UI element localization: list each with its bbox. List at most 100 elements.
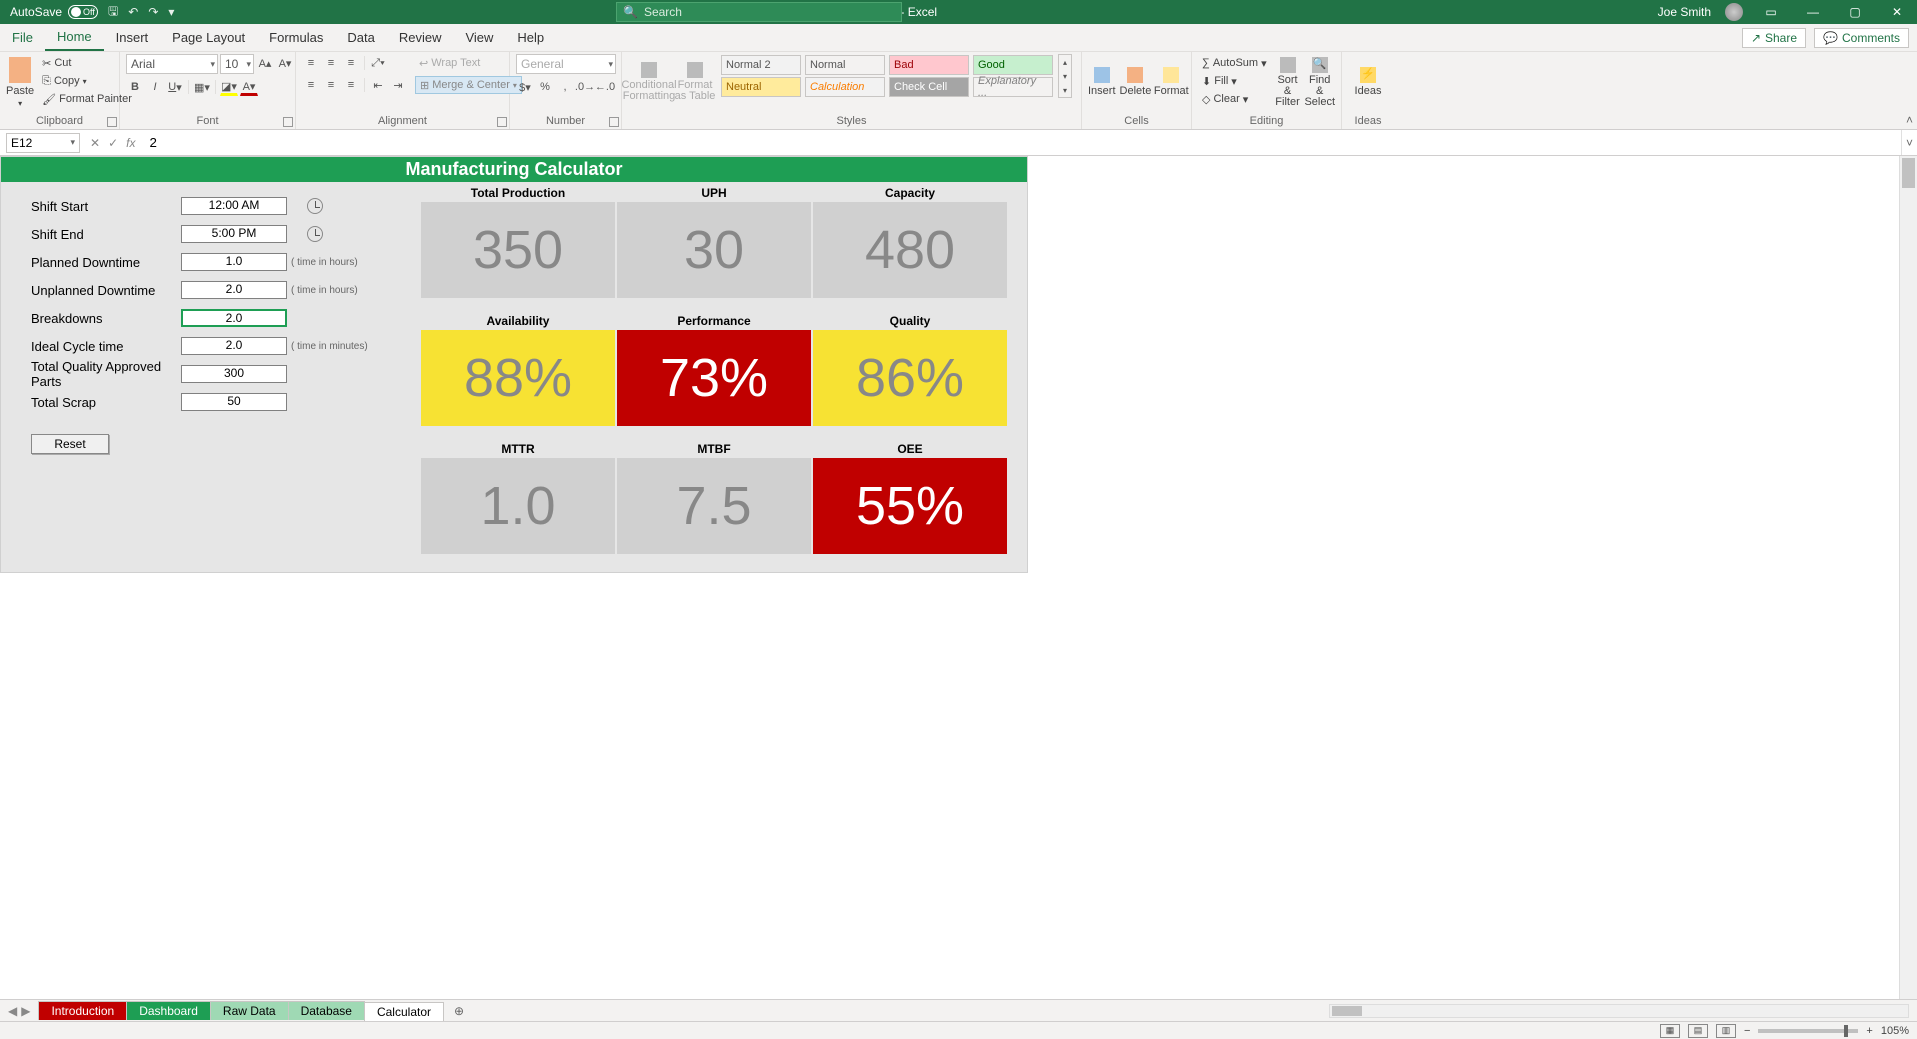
reset-button[interactable]: Reset bbox=[31, 434, 109, 454]
style-normal2[interactable]: Normal 2 bbox=[721, 55, 801, 75]
page-layout-view-icon[interactable]: ▤ bbox=[1688, 1024, 1708, 1038]
tab-file[interactable]: File bbox=[0, 24, 45, 51]
collapse-ribbon-icon[interactable]: ˄ bbox=[1906, 113, 1913, 127]
decrease-decimal-icon[interactable]: ←.0 bbox=[596, 78, 614, 96]
align-top-icon[interactable]: ≡ bbox=[302, 54, 320, 72]
scroll-thumb[interactable] bbox=[1902, 158, 1915, 188]
style-normal[interactable]: Normal bbox=[805, 55, 885, 75]
input-total-scrap[interactable]: 50 bbox=[181, 393, 287, 411]
underline-button[interactable]: U▾ bbox=[166, 78, 184, 96]
clear-button[interactable]: ◇Clear▾ bbox=[1198, 90, 1271, 108]
fill-color-button[interactable]: ◪▾ bbox=[220, 78, 238, 96]
orientation-icon[interactable]: ⤢▾ bbox=[369, 54, 387, 72]
style-neutral[interactable]: Neutral bbox=[721, 77, 801, 97]
minimize-icon[interactable]: — bbox=[1799, 5, 1827, 19]
input-shift-start[interactable]: 12:00 AM bbox=[181, 197, 287, 215]
qat-customize-icon[interactable]: ▾ bbox=[168, 5, 174, 19]
sheet-tab-database[interactable]: Database bbox=[288, 1001, 365, 1020]
tab-scroll-left-icon[interactable]: ◀ bbox=[8, 1004, 17, 1018]
redo-icon[interactable]: ↷ bbox=[148, 5, 158, 19]
page-break-view-icon[interactable]: ▥ bbox=[1716, 1024, 1736, 1038]
autosave-toggle[interactable]: Off bbox=[68, 5, 98, 19]
bold-button[interactable]: B bbox=[126, 78, 144, 96]
tab-page-layout[interactable]: Page Layout bbox=[160, 24, 257, 51]
autosum-button[interactable]: ∑AutoSum▾ bbox=[1198, 54, 1271, 72]
align-center-icon[interactable]: ≡ bbox=[322, 76, 340, 94]
ideas-button[interactable]: ⚡Ideas bbox=[1348, 54, 1388, 110]
expand-gallery-icon[interactable]: ▾ bbox=[1063, 86, 1067, 95]
vertical-scrollbar[interactable] bbox=[1899, 156, 1917, 999]
horizontal-scrollbar[interactable] bbox=[1329, 1004, 1909, 1018]
font-dialog-icon[interactable] bbox=[283, 117, 293, 127]
name-box[interactable]: E12▾ bbox=[6, 133, 80, 153]
undo-icon[interactable]: ↶ bbox=[128, 5, 138, 19]
styles-gallery-scroller[interactable]: ▴ ▾ ▾ bbox=[1058, 54, 1072, 98]
input-planned-downtime[interactable]: 1.0 bbox=[181, 253, 287, 271]
format-as-table-button[interactable]: Format as Table bbox=[674, 54, 716, 110]
increase-decimal-icon[interactable]: .0→ bbox=[576, 78, 594, 96]
align-middle-icon[interactable]: ≡ bbox=[322, 54, 340, 72]
tab-formulas[interactable]: Formulas bbox=[257, 24, 335, 51]
close-icon[interactable]: ✕ bbox=[1883, 5, 1911, 19]
tab-home[interactable]: Home bbox=[45, 24, 104, 51]
search-box[interactable]: 🔍 Search bbox=[616, 2, 902, 22]
sheet-tab-raw-data[interactable]: Raw Data bbox=[210, 1001, 289, 1020]
expand-formula-bar-icon[interactable]: ˅ bbox=[1901, 130, 1917, 155]
input-unplanned-downtime[interactable]: 2.0 bbox=[181, 281, 287, 299]
scroll-down-icon[interactable]: ▾ bbox=[1063, 72, 1067, 81]
align-right-icon[interactable]: ≡ bbox=[342, 76, 360, 94]
format-cells-button[interactable]: Format bbox=[1155, 54, 1187, 110]
wrap-text-button[interactable]: ↩Wrap Text bbox=[415, 54, 522, 72]
style-check-cell[interactable]: Check Cell bbox=[889, 77, 969, 97]
scroll-thumb[interactable] bbox=[1332, 1006, 1362, 1016]
ribbon-display-icon[interactable]: ▭ bbox=[1757, 5, 1785, 19]
style-good[interactable]: Good bbox=[973, 55, 1053, 75]
comments-button[interactable]: 💬Comments bbox=[1814, 28, 1909, 48]
sheet-tab-calculator[interactable]: Calculator bbox=[364, 1002, 444, 1022]
normal-view-icon[interactable]: ▦ bbox=[1660, 1024, 1680, 1038]
decrease-font-icon[interactable]: A▾ bbox=[276, 54, 294, 72]
tab-help[interactable]: Help bbox=[505, 24, 556, 51]
style-bad[interactable]: Bad bbox=[889, 55, 969, 75]
font-size-combo[interactable]: 10▾ bbox=[220, 54, 254, 74]
input-ideal-cycle[interactable]: 2.0 bbox=[181, 337, 287, 355]
clock-icon[interactable] bbox=[307, 198, 323, 214]
scroll-up-icon[interactable]: ▴ bbox=[1063, 58, 1067, 67]
cancel-formula-icon[interactable]: ✕ bbox=[90, 136, 100, 150]
delete-cells-button[interactable]: Delete bbox=[1120, 54, 1152, 110]
alignment-dialog-icon[interactable] bbox=[497, 117, 507, 127]
comma-icon[interactable]: , bbox=[556, 78, 574, 96]
clock-icon[interactable] bbox=[307, 226, 323, 242]
worksheet-area[interactable]: Manufacturing Calculator Shift Start12:0… bbox=[0, 156, 1899, 999]
increase-font-icon[interactable]: A▴ bbox=[256, 54, 274, 72]
input-shift-end[interactable]: 5:00 PM bbox=[181, 225, 287, 243]
borders-button[interactable]: ▦▾ bbox=[193, 78, 211, 96]
input-breakdowns[interactable]: 2.0 bbox=[181, 309, 287, 327]
user-name[interactable]: Joe Smith bbox=[1658, 5, 1711, 19]
decrease-indent-icon[interactable]: ⇤ bbox=[369, 76, 387, 94]
maximize-icon[interactable]: ▢ bbox=[1841, 5, 1869, 19]
sheet-tab-introduction[interactable]: Introduction bbox=[38, 1001, 127, 1020]
save-icon[interactable]: 🖫 bbox=[108, 2, 118, 23]
tab-review[interactable]: Review bbox=[387, 24, 454, 51]
increase-indent-icon[interactable]: ⇥ bbox=[389, 76, 407, 94]
font-color-button[interactable]: A▾ bbox=[240, 78, 258, 96]
italic-button[interactable]: I bbox=[146, 78, 164, 96]
style-calculation[interactable]: Calculation bbox=[805, 77, 885, 97]
merge-center-button[interactable]: ⊞Merge & Center▾ bbox=[415, 76, 522, 94]
formula-input[interactable] bbox=[145, 133, 1901, 153]
fill-button[interactable]: ⬇Fill▾ bbox=[1198, 72, 1271, 90]
find-select-button[interactable]: 🔍Find & Select bbox=[1304, 54, 1335, 110]
percent-icon[interactable]: % bbox=[536, 78, 554, 96]
input-approved-parts[interactable]: 300 bbox=[181, 365, 287, 383]
fx-icon[interactable]: fx bbox=[126, 136, 135, 150]
font-name-combo[interactable]: Arial▾ bbox=[126, 54, 218, 74]
align-bottom-icon[interactable]: ≡ bbox=[342, 54, 360, 72]
number-dialog-icon[interactable] bbox=[609, 117, 619, 127]
tab-insert[interactable]: Insert bbox=[104, 24, 161, 51]
conditional-formatting-button[interactable]: Conditional Formatting bbox=[628, 54, 670, 110]
zoom-in-icon[interactable]: + bbox=[1866, 1025, 1872, 1037]
add-sheet-icon[interactable]: ⊕ bbox=[449, 1004, 469, 1018]
accounting-icon[interactable]: $▾ bbox=[516, 78, 534, 96]
sheet-tab-dashboard[interactable]: Dashboard bbox=[126, 1001, 211, 1020]
